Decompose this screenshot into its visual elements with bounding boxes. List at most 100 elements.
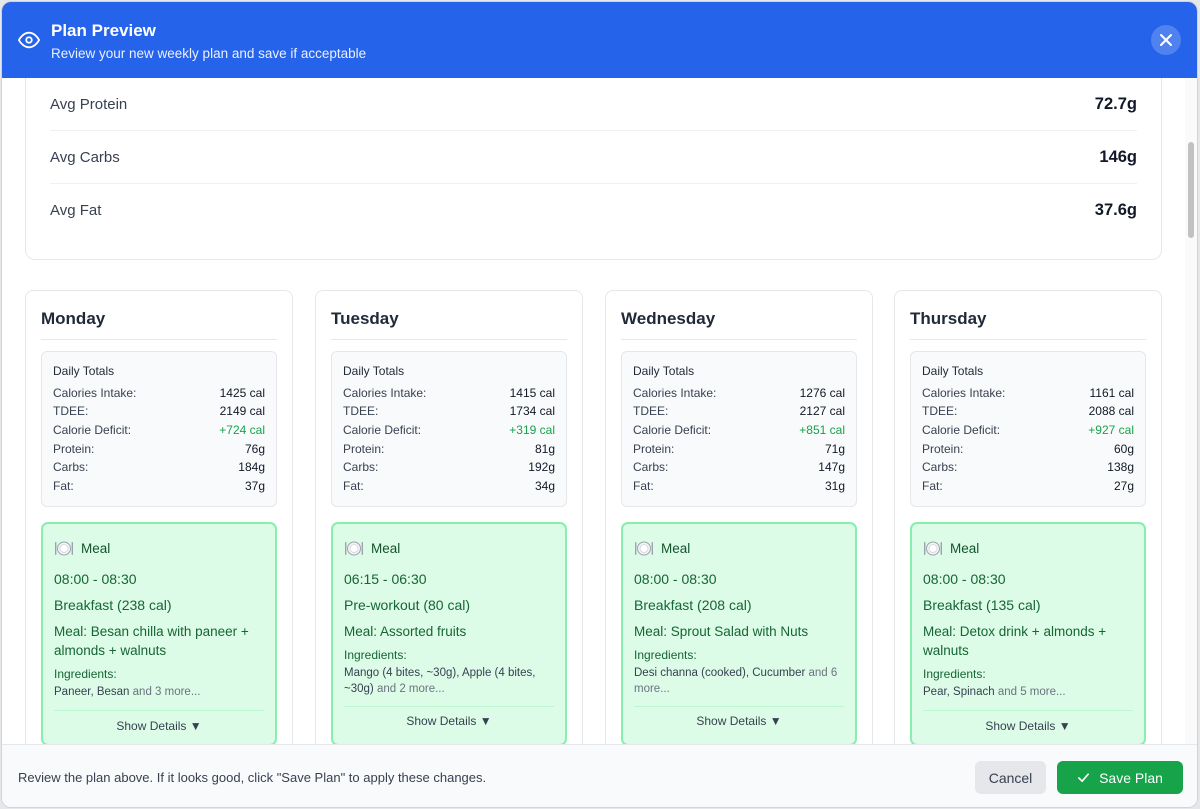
plan-preview-modal: Plan Preview Review your new weekly plan… [1, 1, 1198, 808]
meal-card[interactable]: Meal 08:00 - 08:30 Breakfast (208 cal) M… [621, 522, 857, 744]
show-details-button[interactable]: Show Details ▼ [912, 719, 1144, 733]
meal-header: Meal [634, 538, 690, 558]
meal-description: Meal: Detox drink + almonds + walnuts [923, 623, 1133, 660]
calorie-deficit-value: +319 cal [509, 423, 555, 437]
total-label: Calories Intake: [343, 386, 427, 400]
close-button[interactable] [1151, 25, 1181, 55]
ingredients-more: and 3 more... [132, 686, 201, 698]
ingredients-label: Ingredients: [344, 648, 407, 662]
summary-row: Avg Protein 72.7g [50, 78, 1137, 131]
total-row: Protein: 71g [633, 442, 845, 458]
ingredients-text: Pear, Spinach and 5 more... [923, 685, 1133, 701]
calorie-deficit-value: +851 cal [799, 423, 845, 437]
divider [41, 339, 277, 340]
total-label: Calorie Deficit: [53, 423, 132, 437]
total-label: Carbs: [633, 460, 669, 474]
protein-value: 76g [244, 442, 265, 456]
save-plan-button[interactable]: Save Plan [1057, 761, 1183, 794]
modal-title: Plan Preview [51, 21, 156, 40]
meal-card[interactable]: Meal 08:00 - 08:30 Breakfast (135 cal) M… [910, 522, 1146, 744]
calories-intake-value: 1415 cal [509, 386, 555, 400]
total-label: Calorie Deficit: [343, 423, 422, 437]
total-row: Carbs: 147g [633, 460, 845, 476]
meal-header-label: Meal [81, 540, 111, 556]
divider [331, 339, 567, 340]
plate-icon [924, 541, 942, 556]
cancel-button[interactable]: Cancel [975, 761, 1046, 794]
tdee-value: 1734 cal [509, 404, 555, 418]
check-icon [1078, 773, 1090, 783]
show-details-button[interactable]: Show Details ▼ [43, 719, 275, 733]
meal-prefix: Meal: [923, 624, 957, 639]
total-label: Fat: [922, 479, 943, 493]
meal-header-label: Meal [661, 540, 691, 556]
day-card-wednesday: Wednesday Daily Totals Calories Intake: … [605, 290, 873, 744]
plan-content[interactable]: Avg Protein 72.7g Avg Carbs 146g Avg Fat… [2, 78, 1197, 744]
total-label: TDEE: [343, 404, 379, 418]
total-label: Fat: [633, 479, 654, 493]
meal-type: Breakfast (208 cal) [634, 597, 752, 613]
show-details-button[interactable]: Show Details ▼ [623, 714, 855, 728]
divider [634, 706, 844, 707]
ingredients-label: Ingredients: [923, 667, 986, 681]
meal-prefix: Meal: [344, 624, 378, 639]
meal-time: 08:00 - 08:30 [634, 571, 717, 587]
total-label: TDEE: [633, 404, 669, 418]
meal-description: Meal: Besan chilla with paneer + almonds… [54, 623, 264, 660]
protein-value: 81g [534, 442, 555, 456]
show-details-button[interactable]: Show Details ▼ [333, 714, 565, 728]
meal-time: 08:00 - 08:30 [923, 571, 1006, 587]
divider [923, 710, 1133, 711]
total-row: TDEE: 2088 cal [922, 404, 1134, 420]
scrollbar-thumb[interactable] [1188, 142, 1194, 238]
total-label: TDEE: [922, 404, 958, 418]
total-row: Calories Intake: 1161 cal [922, 386, 1134, 402]
protein-value: 71g [824, 442, 845, 456]
meal-description: Meal: Sprout Salad with Nuts [634, 623, 844, 642]
footer-message: Review the plan above. If it looks good,… [18, 770, 487, 785]
total-row: Fat: 31g [633, 479, 845, 495]
meal-header-label: Meal [371, 540, 401, 556]
modal-footer: Review the plan above. If it looks good,… [2, 744, 1197, 807]
ingredients-more: and 5 more... [997, 686, 1066, 698]
summary-row: Avg Carbs 146g [50, 131, 1137, 184]
total-label: Fat: [53, 479, 74, 493]
total-label: Protein: [633, 442, 675, 456]
total-row: Fat: 34g [343, 479, 555, 495]
save-plan-label: Save Plan [1099, 769, 1163, 786]
meal-header: Meal [54, 538, 110, 558]
day-name: Monday [41, 309, 106, 328]
total-row: TDEE: 2149 cal [53, 404, 265, 420]
total-label: Carbs: [343, 460, 379, 474]
calories-intake-value: 1161 cal [1089, 386, 1134, 400]
summary-label: Avg Carbs [50, 148, 120, 166]
total-label: Calories Intake: [633, 386, 717, 400]
total-row: Protein: 76g [53, 442, 265, 458]
divider [910, 339, 1146, 340]
ingredients-more: and 2 more... [376, 682, 445, 695]
protein-value: 60g [1113, 442, 1134, 456]
daily-totals: Daily Totals Calories Intake: 1161 cal T… [910, 351, 1146, 507]
meal-prefix: Meal: [54, 624, 88, 639]
total-row: Protein: 81g [343, 442, 555, 458]
day-card-monday: Monday Daily Totals Calories Intake: 142… [25, 290, 293, 744]
meal-card[interactable]: Meal 06:15 - 06:30 Pre-workout (80 cal) … [331, 522, 567, 744]
ingredients-list: Pear, Spinach [923, 686, 995, 698]
modal-header: Plan Preview Review your new weekly plan… [2, 2, 1197, 78]
total-label: Protein: [53, 442, 95, 456]
tdee-value: 2088 cal [1088, 404, 1134, 418]
total-label: Fat: [343, 479, 364, 493]
carbs-value: 192g [528, 460, 555, 474]
meal-description: Meal: Assorted fruits [344, 623, 554, 642]
meal-card[interactable]: Meal 08:00 - 08:30 Breakfast (238 cal) M… [41, 522, 277, 744]
day-name: Tuesday [331, 309, 399, 328]
carbs-value: 138g [1107, 460, 1134, 474]
meal-header: Meal [344, 538, 400, 558]
meal-name: Sprout Salad with Nuts [670, 624, 809, 639]
summary-label: Avg Fat [50, 202, 102, 219]
total-label: Carbs: [53, 460, 89, 474]
total-row: Calories Intake: 1276 cal [633, 386, 845, 402]
calories-intake-value: 1425 cal [219, 386, 265, 400]
close-icon [1160, 34, 1172, 46]
meal-name: Assorted fruits [380, 624, 467, 639]
